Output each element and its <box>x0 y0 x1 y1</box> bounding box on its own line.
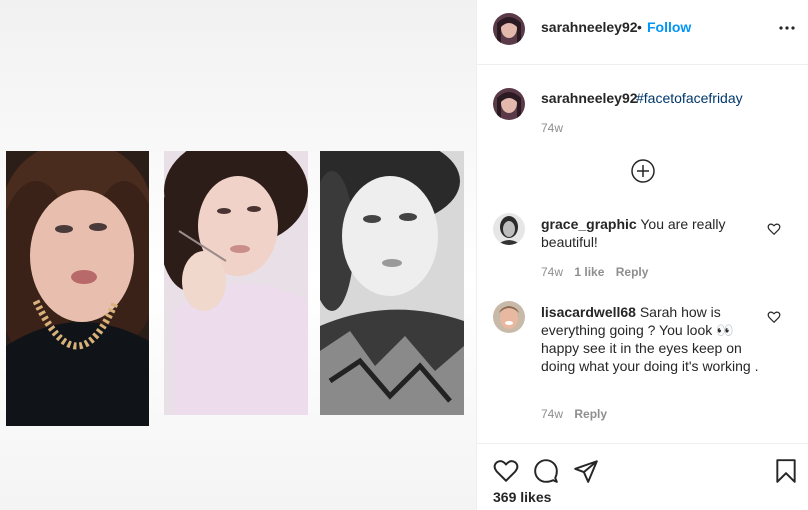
comment-time[interactable]: 74w <box>541 407 563 421</box>
comment-text: lisacardwell68 Sarah how is everything g… <box>541 303 763 375</box>
caption-hashtag[interactable]: #facetofacefriday <box>636 90 743 106</box>
author-avatar[interactable] <box>493 13 525 45</box>
more-options-icon[interactable] <box>775 16 799 40</box>
post-header: sarahneeley92 • Follow <box>477 0 808 65</box>
post-media[interactable] <box>0 0 476 510</box>
commenter-avatar[interactable] <box>493 301 525 333</box>
post-photo-3 <box>320 151 464 415</box>
comment-meta: 74w 1 like Reply <box>541 265 656 279</box>
commenter-avatar[interactable] <box>493 213 525 245</box>
author-username[interactable]: sarahneeley92 <box>541 19 638 35</box>
follow-button[interactable]: Follow <box>647 19 691 35</box>
like-count[interactable]: 369 likes <box>493 489 551 505</box>
caption-timestamp[interactable]: 74w <box>541 121 563 135</box>
reply-button[interactable]: Reply <box>616 265 649 279</box>
comment-text: grace_graphic You are really beautiful! <box>541 215 763 251</box>
heart-icon[interactable] <box>767 310 781 324</box>
comment-meta: 74w Reply <box>541 407 615 421</box>
comment-like-count[interactable]: 1 like <box>574 265 604 279</box>
reply-button[interactable]: Reply <box>574 407 607 421</box>
comment-icon[interactable] <box>533 458 559 484</box>
comment-username[interactable]: grace_graphic <box>541 216 637 232</box>
share-icon[interactable] <box>573 458 599 484</box>
post-photo-1 <box>6 151 149 426</box>
comment-username[interactable]: lisacardwell68 <box>541 304 636 320</box>
bookmark-icon[interactable] <box>773 458 799 484</box>
caption-avatar[interactable] <box>493 88 525 120</box>
caption-username[interactable]: sarahneeley92 <box>541 90 638 106</box>
comment-time[interactable]: 74w <box>541 265 563 279</box>
heart-icon[interactable] <box>493 458 519 484</box>
post-photo-2 <box>164 151 308 415</box>
post-side-panel: sarahneeley92 • Follow sarahneeley92 #fa… <box>476 0 808 510</box>
separator-dot: • <box>637 19 642 35</box>
heart-icon[interactable] <box>767 222 781 236</box>
plus-circle-icon[interactable] <box>630 158 656 184</box>
